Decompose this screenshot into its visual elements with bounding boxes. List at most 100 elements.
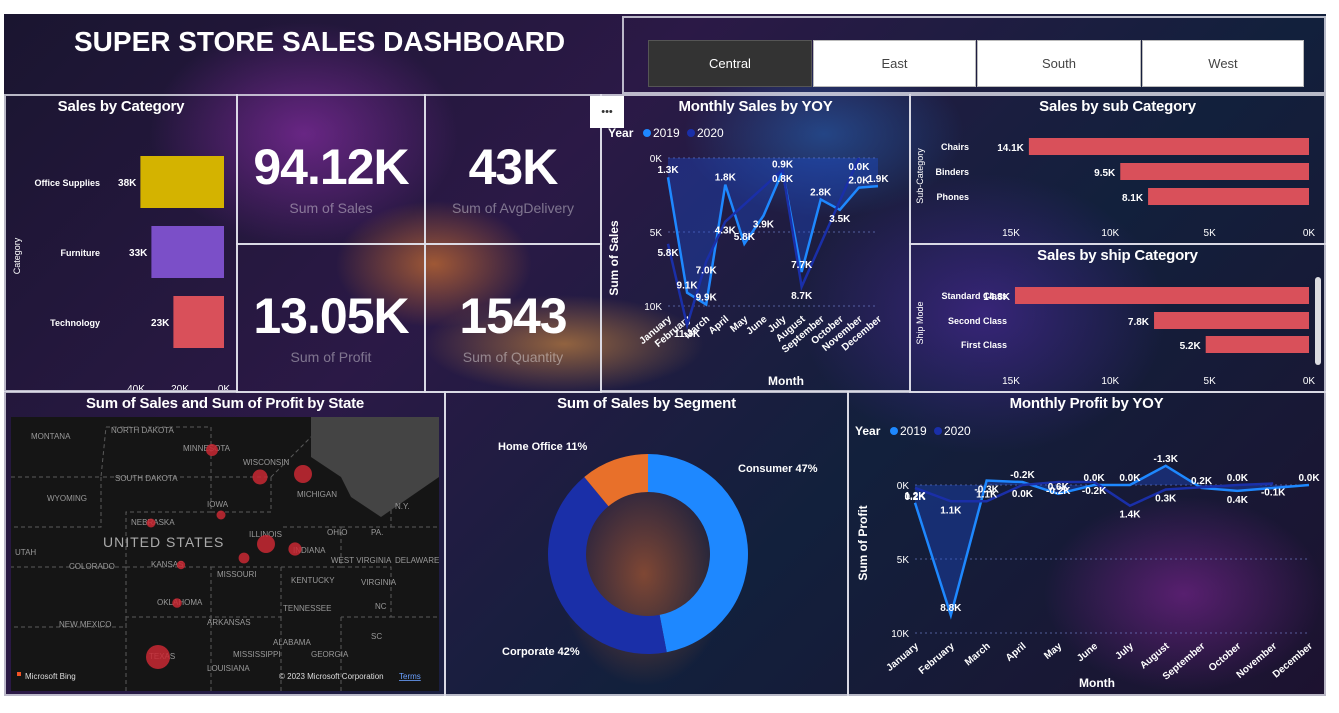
map-label-south-dakota: SOUTH DAKOTA: [115, 474, 178, 483]
subcategory-bar-phones: [1148, 188, 1309, 205]
subcategory-label-chairs: Chairs: [941, 142, 969, 152]
map-label-michigan: MICHIGAN: [297, 490, 337, 499]
kpi-avgdelivery-label: Sum of AvgDelivery: [452, 200, 574, 216]
monthly-profit-xtick-february: February: [917, 641, 957, 677]
map-label-missouri: MISSOURI: [217, 570, 257, 579]
monthly-profit-data-label: -0.2K: [1082, 486, 1107, 497]
monthly-profit-ylabel: Sum of Profit: [856, 505, 870, 580]
more-options-button[interactable]: •••: [590, 96, 624, 128]
kpi-profit-value: 13.05K: [253, 288, 409, 344]
region-button-central[interactable]: Central: [648, 40, 812, 87]
monthly-sales-xtick-april: April: [707, 314, 732, 337]
monthly-sales-data-label: 1.8K: [715, 173, 737, 184]
legend-2020-marker: [687, 129, 695, 137]
legend-2019-label: 2019: [653, 126, 680, 140]
map-label-nc: NC: [375, 602, 387, 611]
monthly-sales-data-label: 1.3K: [657, 165, 679, 176]
kpi-profit-label: Sum of Profit: [290, 349, 372, 365]
donut-label-consumer: Consumer 47%: [738, 463, 818, 475]
map-label-west-virginia: WEST VIRGINIA: [331, 556, 392, 565]
monthly-sales-data-label: 9.9K: [696, 293, 718, 304]
map-label-north-dakota: NORTH DAKOTA: [111, 426, 174, 435]
map-label-arkansas: ARKANSAS: [207, 618, 251, 627]
monthly-sales-data-label: 9.1K: [677, 281, 699, 292]
map-label-georgia: GEORGIA: [311, 650, 349, 659]
monthly-profit-data-label: 0.0K: [1084, 473, 1106, 484]
ship-label-first-class: First Class: [961, 340, 1007, 350]
sales-by-subcategory-panel: Sales by sub Category Sub-Category Chair…: [909, 94, 1326, 245]
monthly-sales-data-label: 3.5K: [829, 214, 851, 225]
region-slicer: Central East South West: [622, 16, 1326, 94]
monthly-sales-data-label: 7.0K: [696, 266, 718, 277]
subcategory-bar-binders: [1120, 163, 1309, 180]
map-label-pa: PA.: [371, 528, 383, 537]
subcategory-label-binders: Binders: [935, 167, 969, 177]
monthly-profit-xtick-may: May: [1042, 641, 1064, 662]
monthly-sales-xtick-june: June: [744, 314, 769, 338]
monthly-profit-chart: Year 2019 2020 Sum of Profit Month 0K5K1…: [855, 424, 1320, 690]
monthly-sales-data-label: 5.8K: [734, 232, 756, 243]
monthly-profit-data-label: 0.0K: [1012, 489, 1034, 500]
monthly-sales-data-label: 1.9K: [867, 174, 889, 185]
region-button-west[interactable]: West: [1142, 40, 1304, 87]
map-label-sc: SC: [371, 632, 382, 641]
region-button-south[interactable]: South: [977, 40, 1141, 87]
monthly-sales-data-label: 0.8K: [772, 174, 794, 185]
region-button-east[interactable]: East: [813, 40, 976, 87]
ship-chart-scrollbar[interactable]: [1315, 277, 1321, 365]
category-bar-furniture: [151, 226, 224, 278]
monthly-profit-data-label: -0.2K: [1010, 470, 1035, 481]
subcategory-axis-label: Sub-Category: [915, 148, 925, 204]
map-label-united-states: UNITED STATES: [103, 534, 224, 550]
kpi-avgdelivery-card: 43K Sum of AvgDelivery: [424, 94, 602, 245]
state-map-title: Sum of Sales and Sum of Profit by State: [85, 395, 365, 412]
sales-by-category-chart: Category Office Supplies 38K Furniture 33K T…: [12, 156, 230, 390]
category-value-office-supplies: 38K: [118, 178, 137, 189]
monthly-profit-data-label: -0.2K: [1046, 486, 1071, 497]
monthly-profit-ytick: 5K: [897, 555, 910, 566]
monthly-profit-data-label: 1.1K: [940, 505, 962, 516]
monthly-profit-xtick-july: July: [1113, 641, 1136, 663]
monthly-profit-xtick-january: January: [884, 641, 921, 674]
monthly-profit-data-label: 8.8K: [940, 603, 962, 614]
map-bubble-michigan: [294, 465, 312, 483]
map-bubble-illinois: [257, 535, 275, 553]
map-bubble-texas: [146, 645, 170, 669]
category-xtick: 40K: [127, 384, 145, 390]
monthly-profit-data-label: -0.1K: [1261, 488, 1286, 499]
monthly-profit-xtick-december: December: [1271, 641, 1315, 681]
map-bubble-wisconsin: [252, 469, 268, 485]
category-bar-technology: [173, 296, 224, 348]
category-label-office-supplies: Office Supplies: [34, 178, 100, 188]
ship-xtick: 15K: [1002, 376, 1020, 387]
state-map-panel: Sum of Sales and Sum of Profit by State …: [4, 391, 446, 696]
monthly-profit-data-label: 0.0K: [1119, 473, 1141, 484]
map-label-montana: MONTANA: [31, 432, 71, 441]
ship-bar-standard-class: [1014, 287, 1309, 304]
map-label-utah: UTAH: [15, 548, 36, 557]
category-value-technology: 23K: [151, 318, 170, 329]
map-label-wyoming: WYOMING: [47, 494, 87, 503]
legend-2019-marker: [643, 129, 651, 137]
map-label-colorado: COLORADO: [69, 562, 115, 571]
monthly-profit-data-label: -0.3K: [974, 485, 999, 496]
map-label-delaware: DELAWARE: [395, 556, 439, 565]
sales-by-category-panel: Sales by Category Category Office Suppli…: [4, 94, 238, 392]
monthly-sales-data-label: 0.0K: [848, 162, 870, 173]
kpi-sales-card: 94.12K Sum of Sales: [236, 94, 426, 245]
category-label-technology: Technology: [50, 318, 100, 328]
ship-xtick: 10K: [1101, 376, 1119, 387]
monthly-profit-data-label: 0.0K: [1227, 473, 1249, 484]
profit-legend-2020-label: 2020: [944, 424, 971, 438]
ship-label-second-class: Second Class: [948, 316, 1007, 326]
map-bubble-nebraska: [146, 518, 156, 528]
kpi-avgdelivery-value: 43K: [468, 139, 559, 195]
subcategory-xtick: 0K: [1303, 228, 1316, 239]
donut-slice-consumer: [648, 454, 748, 653]
profit-legend-2020-marker: [934, 427, 942, 435]
bing-logo-icon: [17, 672, 21, 676]
map-label-new-mexico: NEW MEXICO: [59, 620, 111, 629]
subcategory-value-binders: 9.5K: [1094, 168, 1116, 179]
state-map[interactable]: MONTANANORTH DAKOTAMINNESOTAWISCONSINMIC…: [11, 417, 439, 691]
monthly-sales-data-label: 3.9K: [753, 220, 775, 231]
